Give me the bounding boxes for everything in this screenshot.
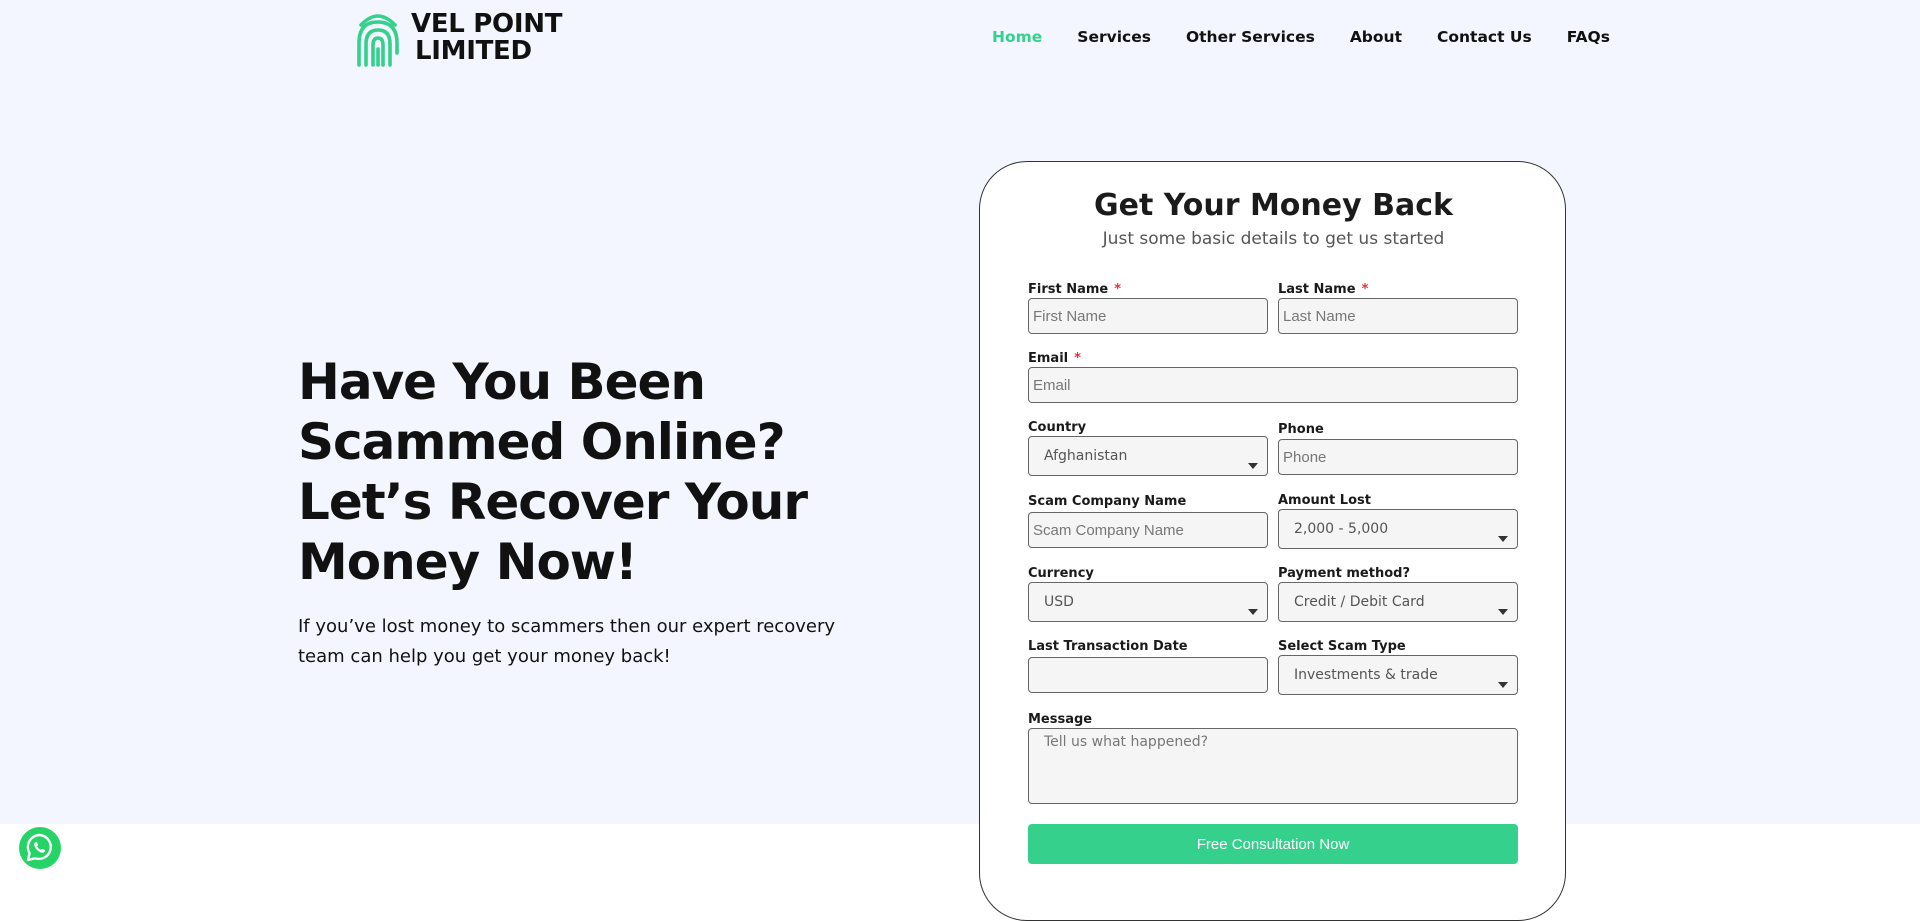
hero-background bbox=[0, 0, 1920, 824]
scam-company-label: Scam Company Name bbox=[1028, 494, 1187, 509]
nav-faqs[interactable]: FAQs bbox=[1567, 28, 1610, 46]
email-label-text: Email bbox=[1028, 351, 1069, 366]
required-mark: * bbox=[1114, 282, 1122, 297]
last-transaction-date-input[interactable] bbox=[1028, 657, 1268, 693]
fingerprint-icon bbox=[357, 14, 399, 67]
scam-company-input[interactable] bbox=[1028, 512, 1268, 548]
logo-line-2: LIMITED bbox=[415, 36, 532, 66]
amount-lost-select[interactable]: 2,000 - 5,000 bbox=[1278, 509, 1518, 549]
form-title: Get Your Money Back bbox=[1094, 188, 1453, 223]
amount-lost-value: 2,000 - 5,000 bbox=[1294, 521, 1389, 537]
payment-method-select[interactable]: Credit / Debit Card bbox=[1278, 582, 1518, 622]
scam-type-value: Investments & trade bbox=[1294, 667, 1438, 683]
phone-label: Phone bbox=[1278, 422, 1324, 437]
first-name-label: First Name * bbox=[1028, 282, 1121, 297]
email-label: Email * bbox=[1028, 351, 1081, 366]
nav-about[interactable]: About bbox=[1350, 28, 1402, 46]
first-name-label-text: First Name bbox=[1028, 282, 1109, 297]
free-consultation-button[interactable]: Free Consultation Now bbox=[1028, 824, 1518, 864]
amount-lost-label: Amount Lost bbox=[1278, 493, 1371, 508]
country-label: Country bbox=[1028, 420, 1087, 435]
country-value: Afghanistan bbox=[1044, 448, 1128, 464]
payment-method-label: Payment method? bbox=[1278, 566, 1410, 581]
chevron-down-icon bbox=[1498, 609, 1508, 615]
nav-services[interactable]: Services bbox=[1077, 28, 1151, 46]
form-subtitle: Just some basic details to get us starte… bbox=[1102, 229, 1445, 249]
chevron-down-icon bbox=[1498, 682, 1508, 688]
required-mark: * bbox=[1074, 351, 1081, 366]
logo-text: VEL POINT LIMITED bbox=[411, 11, 562, 65]
country-select[interactable]: Afghanistan bbox=[1028, 436, 1268, 476]
nav-home[interactable]: Home bbox=[992, 28, 1042, 46]
first-name-input[interactable] bbox=[1028, 298, 1268, 334]
last-transaction-date-label: Last Transaction Date bbox=[1028, 639, 1188, 654]
email-input[interactable] bbox=[1028, 367, 1518, 403]
hero-subtitle: If you’ve lost money to scammers then ou… bbox=[298, 616, 835, 667]
logo[interactable]: VEL POINT LIMITED bbox=[355, 9, 562, 67]
whatsapp-chat-button[interactable] bbox=[19, 827, 61, 869]
required-mark: * bbox=[1361, 282, 1369, 297]
logo-line-1: VEL POINT bbox=[411, 9, 563, 39]
payment-method-value: Credit / Debit Card bbox=[1294, 594, 1425, 610]
chevron-down-icon bbox=[1248, 609, 1258, 615]
whatsapp-icon bbox=[19, 827, 61, 869]
currency-label: Currency bbox=[1028, 566, 1094, 581]
consultation-form: Get Your Money Back Just some basic deta… bbox=[979, 161, 1566, 921]
hero-title: Have You Been Scammed Online? Let’s Reco… bbox=[298, 353, 808, 591]
message-label: Message bbox=[1028, 712, 1093, 727]
currency-select[interactable]: USD bbox=[1028, 582, 1268, 622]
phone-input[interactable] bbox=[1278, 439, 1518, 475]
last-name-label-text: Last Name bbox=[1278, 282, 1356, 297]
last-name-label: Last Name * bbox=[1278, 282, 1368, 297]
chevron-down-icon bbox=[1498, 536, 1508, 542]
last-name-input[interactable] bbox=[1278, 298, 1518, 334]
message-textarea[interactable] bbox=[1028, 728, 1518, 804]
scam-type-select[interactable]: Investments & trade bbox=[1278, 655, 1518, 695]
currency-value: USD bbox=[1044, 594, 1074, 610]
scam-type-label: Select Scam Type bbox=[1278, 639, 1406, 654]
main-nav: Home Services Other Services About Conta… bbox=[992, 28, 1610, 46]
nav-other-services[interactable]: Other Services bbox=[1186, 28, 1315, 46]
chevron-down-icon bbox=[1248, 463, 1258, 469]
nav-contact-us[interactable]: Contact Us bbox=[1437, 28, 1532, 46]
